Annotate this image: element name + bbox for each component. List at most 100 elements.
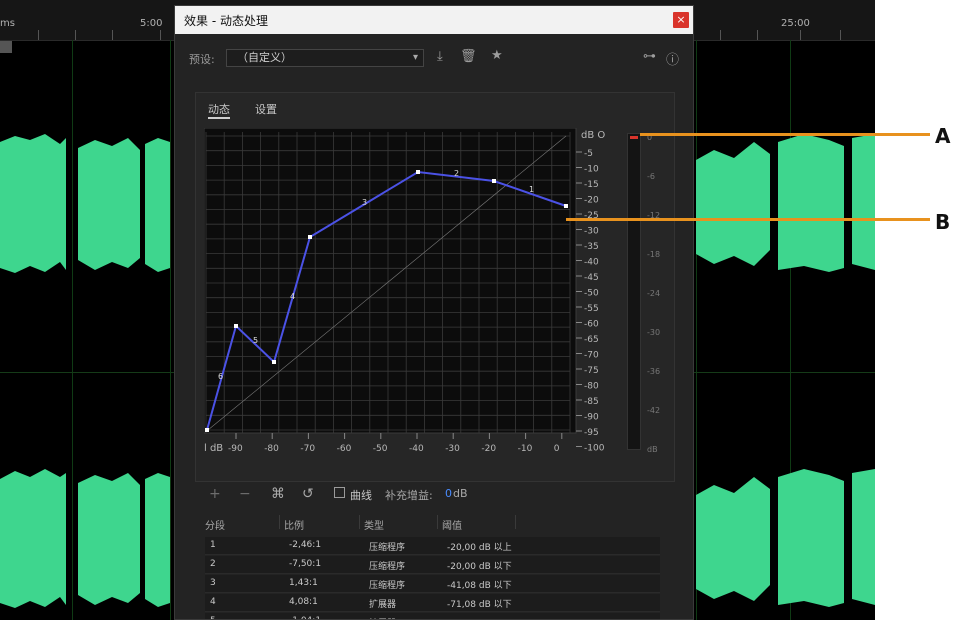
ruler-label: 5:00 — [140, 18, 163, 29]
y-tick-label: -90 — [584, 413, 599, 423]
routing-icon[interactable]: ⊶ — [643, 49, 656, 64]
callout-label-a: A — [935, 124, 951, 148]
table-cell: 1 — [210, 540, 216, 550]
curve-point[interactable] — [492, 179, 496, 183]
table-cell: 4,08:1 — [289, 597, 318, 607]
waveform-left-top — [0, 134, 170, 273]
table-cell: 4 — [210, 597, 216, 607]
makeup-gain-label: 补充增益: — [385, 489, 433, 502]
add-point-icon[interactable]: + — [209, 486, 221, 502]
delete-icon[interactable]: 🗑 — [460, 49, 477, 64]
meter-scale-label: dB — [647, 445, 658, 454]
download-icon[interactable]: ⤓ — [437, 49, 443, 64]
callout-line-a — [640, 133, 930, 136]
table-cell: -41,08 dB 以下 — [447, 581, 512, 591]
makeup-gain-value[interactable]: 0 — [445, 487, 452, 500]
x-tick-label: -20 — [481, 444, 496, 453]
invert-icon[interactable]: ⌘ — [271, 486, 285, 502]
waveform-left-bottom — [0, 469, 170, 608]
segment-label: 4 — [290, 292, 295, 301]
table-cell: 5 — [210, 616, 216, 619]
dialog-titlebar[interactable]: 效果 - 动态处理 × — [175, 6, 693, 34]
waveform-right-top — [696, 134, 875, 272]
meter-scale-label: -42 — [647, 406, 661, 415]
curve-point[interactable] — [416, 170, 420, 174]
meter-scale-label: -24 — [647, 289, 661, 298]
table-row[interactable]: 4 4,08:1 扩展器 -71,08 dB 以下 — [205, 594, 660, 612]
table-cell: -20,00 dB 以下 — [447, 562, 512, 572]
graph-toolbar: + − ⌘ ↺ 曲线 补充增益: 0 dB — [195, 484, 675, 508]
segment-label: 5 — [253, 336, 258, 345]
tab-dynamics[interactable]: 动态 — [208, 101, 230, 117]
y-axis-ticks: -5-10-15-20-25-30-35-40-45-50-55-60-65-7… — [576, 149, 605, 453]
table-cell: 压缩程序 — [369, 562, 406, 572]
y-tick-label: -75 — [584, 366, 599, 376]
meter-scale-label: -6 — [647, 172, 655, 181]
info-icon[interactable]: ⓘ — [666, 49, 679, 68]
table-cell: -2,46:1 — [289, 540, 322, 550]
close-button[interactable]: × — [673, 12, 689, 28]
level-meter — [627, 133, 641, 450]
meter-scale-label: -30 — [647, 328, 661, 337]
active-tab-indicator — [208, 117, 230, 119]
x-tick-label: -90 — [228, 444, 243, 453]
y-tick-label: -45 — [584, 273, 599, 283]
table-row[interactable]: 2 -7,50:1 压缩程序 -20,00 dB 以下 — [205, 556, 660, 574]
dynamics-effect-dialog[interactable]: 效果 - 动态处理 × 预设: （自定义） ▾ ⤓ 🗑 ★ ⊶ ⓘ 动态 设置 … — [174, 5, 694, 620]
table-cell: -7,50:1 — [289, 559, 322, 569]
x-axis-unit: l dB — [204, 443, 223, 453]
preset-dropdown[interactable]: （自定义） ▾ — [226, 49, 424, 67]
x-tick-label: -30 — [445, 444, 460, 453]
preset-label: 预设: — [189, 53, 215, 66]
x-tick-label: -80 — [264, 444, 279, 453]
y-tick-label: -85 — [584, 397, 599, 407]
table-cell: 3 — [210, 578, 216, 588]
curve-label: 曲线 — [350, 489, 372, 502]
meter-scale-label: -36 — [647, 367, 661, 376]
y-tick-label: -5 — [584, 149, 593, 159]
preset-value: （自定义） — [237, 51, 292, 64]
dynamics-panel: 动态 设置 1 2 3 4 5 6 dB O -5 -10 -15 -20 -25 -30… — [195, 92, 675, 482]
segment-label: 2 — [454, 169, 459, 178]
table-cell: -71,08 dB 以下 — [447, 600, 512, 610]
meter-scale-label: -18 — [647, 250, 661, 259]
table-cell: 2 — [210, 559, 216, 569]
dynamics-graph[interactable]: 1 2 3 4 5 6 dB O -5-10-15-20-25-30-35-40… — [204, 128, 614, 453]
table-cell: -20,00 dB 以上 — [447, 543, 512, 553]
table-cell: -80,81 dB 以下 — [447, 616, 512, 619]
y-tick-label: -80 — [584, 382, 599, 392]
y-tick-label: -35 — [584, 242, 599, 252]
dialog-title: 效果 - 动态处理 — [184, 14, 268, 28]
reset-icon[interactable]: ↺ — [302, 486, 314, 502]
zoom-corner-icon[interactable] — [0, 41, 12, 53]
favorite-star-icon[interactable]: ★ — [491, 48, 503, 63]
y-tick-label: -30 — [584, 227, 599, 237]
y-tick-label: -15 — [584, 180, 599, 190]
table-row[interactable]: 5 -1,04:1 扩展器 -80,81 dB 以下 — [205, 613, 660, 619]
chevron-down-icon: ▾ — [412, 52, 418, 63]
curve-point[interactable] — [205, 428, 209, 432]
callout-label-b: B — [935, 210, 951, 234]
curve-point[interactable] — [234, 324, 238, 328]
x-tick-label: -70 — [300, 444, 315, 453]
segment-label: 3 — [362, 198, 367, 207]
table-cell: 压缩程序 — [369, 543, 406, 553]
curve-point[interactable] — [272, 360, 276, 364]
y-tick-label: -100 — [584, 444, 605, 454]
curve-checkbox[interactable] — [334, 487, 345, 498]
y-tick-label: -50 — [584, 289, 599, 299]
x-tick-label: -60 — [337, 444, 352, 453]
x-tick-label: -10 — [518, 444, 533, 453]
remove-point-icon[interactable]: − — [239, 486, 251, 502]
table-row[interactable]: 1 -2,46:1 压缩程序 -20,00 dB 以上 — [205, 537, 660, 555]
x-tick-label: 0 — [554, 444, 560, 453]
tab-settings[interactable]: 设置 — [255, 101, 277, 117]
x-tick-label: -50 — [373, 444, 388, 453]
table-row[interactable]: 3 1,43:1 压缩程序 -41,08 dB 以下 — [205, 575, 660, 593]
curve-point[interactable] — [308, 235, 312, 239]
curve-point[interactable] — [564, 204, 568, 208]
y-tick-label: -55 — [584, 304, 599, 314]
table-cell: 1,43:1 — [289, 578, 318, 588]
column-header: 阈值 — [442, 521, 462, 532]
waveform-right-bottom — [696, 469, 875, 607]
